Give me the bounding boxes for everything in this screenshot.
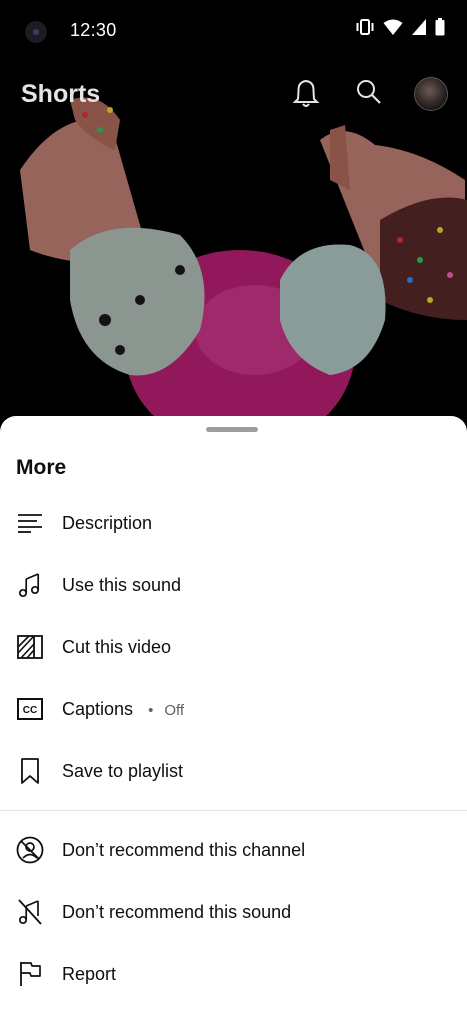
account-avatar[interactable] [414,77,448,111]
menu-item-label: Save to playlist [62,760,184,781]
menu-item-dont-recommend-sound[interactable]: Don’t recommend this sound [0,884,467,940]
more-bottom-sheet: More Description Use this sound Cut this… [0,416,467,1024]
shorts-header: Shorts [0,70,467,120]
sheet-title: More [16,456,67,479]
front-camera-cutout [25,21,47,43]
status-bar: 12:30 [0,0,467,60]
menu-item-use-this-sound[interactable]: Use this sound [0,557,467,613]
cell-signal-icon [411,18,427,36]
menu-item-label: Don’t recommend this channel [62,839,306,860]
menu-divider [0,810,467,811]
page-title: Shorts [21,80,101,108]
search-icon[interactable] [355,78,383,111]
block-channel-icon [16,836,44,864]
vibrate-icon [355,18,375,36]
menu-item-label: Cut this video [62,636,172,657]
block-sound-icon [16,898,44,926]
flag-icon [16,960,44,988]
sheet-drag-handle[interactable] [206,427,258,432]
battery-icon [435,18,445,36]
menu-item-cut-this-video[interactable]: Cut this video [0,619,467,675]
notifications-bell-icon[interactable] [292,78,320,113]
captions-status: Off [164,701,185,719]
description-icon [16,509,44,537]
menu-item-label: Use this sound [62,574,182,595]
menu-item-label: Description [62,512,153,533]
closed-captions-icon: CC [16,695,44,723]
menu-item-save-to-playlist[interactable]: Save to playlist [0,743,467,799]
menu-item-dont-recommend-channel[interactable]: Don’t recommend this channel [0,822,467,878]
menu-item-description[interactable]: Description [0,495,467,551]
status-time: 12:30 [70,20,117,40]
cut-video-icon [16,633,44,661]
menu-item-label: Don’t recommend this sound [62,901,292,922]
short-video-player[interactable] [0,0,467,440]
status-icons [355,18,445,36]
captions-label: Captions [62,698,134,719]
bookmark-icon [16,757,44,785]
music-note-icon [16,571,44,599]
menu-item-label: Captions • Off [62,699,184,720]
menu-item-report[interactable]: Report [0,946,467,1002]
wifi-icon [383,18,403,36]
captions-separator: • [148,701,154,719]
menu-item-captions[interactable]: CC Captions • Off [0,681,467,737]
svg-text:CC: CC [23,705,37,716]
menu-item-label: Report [62,963,117,984]
